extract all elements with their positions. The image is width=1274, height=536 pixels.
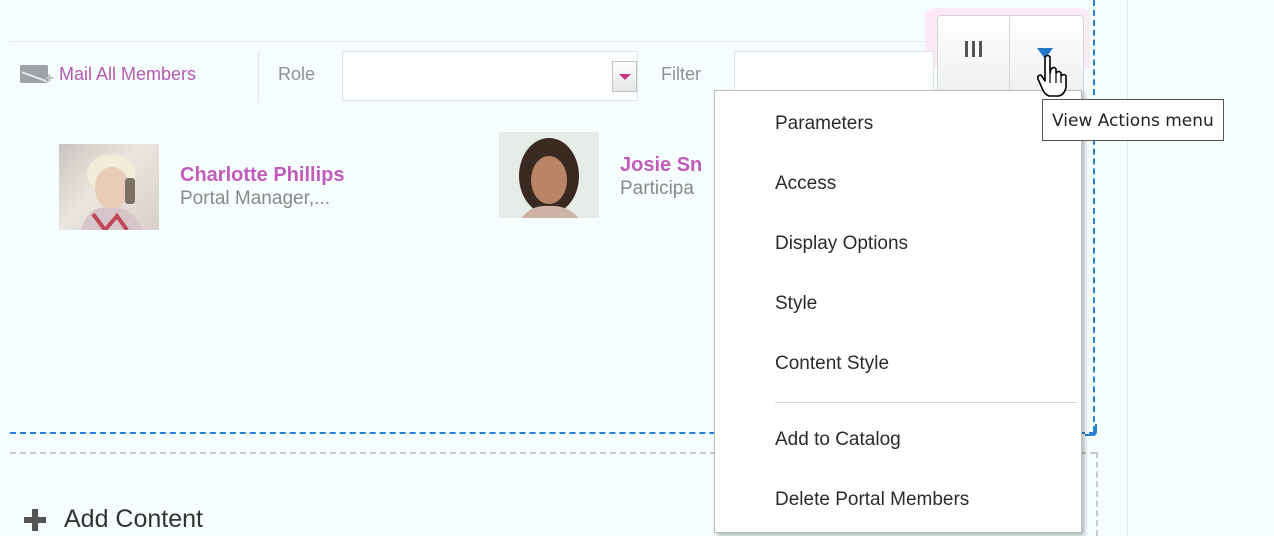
menu-item-add-to-catalog[interactable]: Add to Catalog xyxy=(775,429,901,451)
member-name-link[interactable]: Charlotte Phillips xyxy=(180,164,344,187)
role-select[interactable] xyxy=(342,51,638,101)
view-actions-tooltip: View Actions menu xyxy=(1042,99,1224,141)
selected-region-border-right xyxy=(1093,0,1095,432)
menu-item-display-options[interactable]: Display Options xyxy=(775,233,908,255)
view-columns-button[interactable] xyxy=(938,16,1009,94)
add-content-label: Add Content xyxy=(64,505,203,533)
menu-item-parameters[interactable]: Parameters xyxy=(775,113,873,135)
columns-icon xyxy=(965,41,982,57)
member-name-link[interactable]: Josie Sn xyxy=(620,154,702,177)
view-actions-menu: Parameters Access Display Options Style … xyxy=(714,90,1082,533)
add-content-button[interactable]: Add Content xyxy=(24,505,203,534)
menu-item-delete-portal-members[interactable]: Delete Portal Members xyxy=(775,489,969,511)
menu-item-style[interactable]: Style xyxy=(775,293,817,315)
menu-item-access[interactable]: Access xyxy=(775,173,836,195)
menu-item-content-style[interactable]: Content Style xyxy=(775,353,889,375)
mail-all-members-label: Mail All Members xyxy=(59,63,197,84)
content-dropzone-border-right xyxy=(1096,452,1098,536)
member-avatar[interactable] xyxy=(59,144,159,230)
role-label: Role xyxy=(278,64,316,84)
hand-pointer-cursor-icon xyxy=(1037,54,1067,97)
member-avatar[interactable] xyxy=(499,132,599,218)
plus-icon xyxy=(24,508,46,531)
mail-all-members-link[interactable]: + Mail All Members xyxy=(20,62,197,87)
selected-region-corner xyxy=(1085,424,1097,436)
menu-separator xyxy=(775,402,1077,403)
role-dropdown-button[interactable] xyxy=(612,61,637,92)
member-role: Participa xyxy=(620,178,694,199)
page-divider xyxy=(1127,0,1128,536)
region-top-border xyxy=(10,41,928,42)
toolbar-separator xyxy=(258,52,259,102)
mail-add-icon: + xyxy=(20,62,54,87)
member-role: Portal Manager,... xyxy=(180,188,330,209)
filter-label: Filter xyxy=(661,64,701,84)
